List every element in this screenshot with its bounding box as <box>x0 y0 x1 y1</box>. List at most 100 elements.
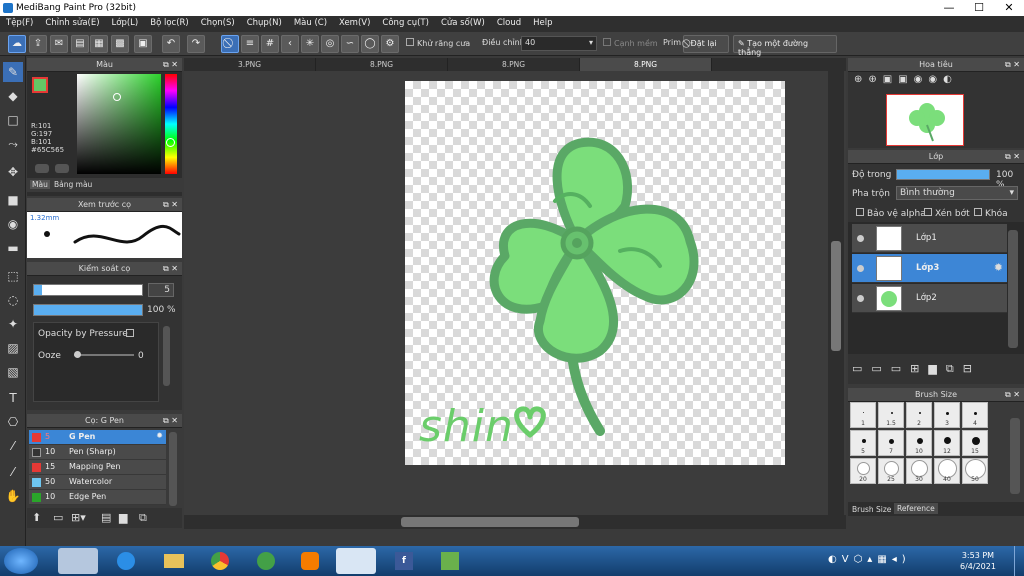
layer-item[interactable]: Lớp1 <box>852 224 1007 253</box>
vertical-scrollbar[interactable] <box>828 71 844 515</box>
brush-size-cell[interactable]: 25 <box>878 458 904 484</box>
chrome-icon[interactable] <box>200 548 240 574</box>
hand-tool-icon[interactable]: ✋ <box>3 486 23 506</box>
gear-icon[interactable]: ✹ <box>156 431 163 440</box>
save-icon[interactable]: ▦ <box>90 35 108 53</box>
brush-size-cell[interactable]: 3 <box>934 402 960 428</box>
popout-close-icon[interactable]: ⧉ ✕ <box>1005 388 1020 402</box>
tab-doc-4[interactable]: 8.PNG <box>580 58 712 71</box>
brush-size-cell[interactable]: 12 <box>934 430 960 456</box>
tab-color[interactable]: Màu <box>30 180 50 189</box>
fill-rect-tool-icon[interactable]: ■ <box>3 190 23 210</box>
gradient-tool-icon[interactable]: ▬ <box>3 238 23 258</box>
brush-size-cell[interactable]: 40 <box>934 458 960 484</box>
select-pen-icon[interactable]: ▨ <box>3 338 23 358</box>
menu-layer[interactable]: Lớp(L) <box>106 16 145 30</box>
menu-snap[interactable]: Chụp(N) <box>241 16 288 30</box>
grid-doc-icon[interactable]: ▩ <box>111 35 129 53</box>
image-app-icon[interactable] <box>430 548 470 574</box>
correction-select[interactable]: 40 ▾ <box>521 36 597 51</box>
layer-opacity-slider[interactable] <box>896 169 990 180</box>
share-icon[interactable]: ⇪ <box>29 35 47 53</box>
eraser-tool-icon[interactable]: ◆ <box>3 86 23 106</box>
popout-close-icon[interactable]: ⧉ ✕ <box>163 262 178 276</box>
menu-edit[interactable]: Chỉnh sửa(E) <box>39 16 105 30</box>
eyedropper-tool-icon[interactable]: ⁄ <box>3 436 23 456</box>
circle-snap-icon[interactable]: ◎ <box>321 35 339 53</box>
reset-button[interactable]: ⃠ Đặt lại <box>683 35 729 53</box>
redo-icon[interactable]: ↷ <box>187 35 205 53</box>
brush-size-cell[interactable]: 7 <box>878 430 904 456</box>
brush-size-cell[interactable]: 15 <box>962 430 988 456</box>
magic-wand-icon[interactable]: ✦ <box>3 314 23 334</box>
hue-handle[interactable] <box>166 138 175 147</box>
lock-toggle[interactable]: Khóa <box>974 208 1008 219</box>
divide-tool-icon[interactable]: ⎔ <box>3 412 23 432</box>
antialias-toggle[interactable]: Khử răng cưa <box>406 38 470 48</box>
cloud-icon[interactable]: ☁ <box>8 35 26 53</box>
layer-item[interactable]: Lớp2 <box>852 284 1007 313</box>
text-tool-icon[interactable]: T <box>3 388 23 408</box>
navigator-thumbnail[interactable] <box>886 94 964 146</box>
menu-help[interactable]: Help <box>527 16 558 30</box>
menu-color[interactable]: Màu (C) <box>288 16 333 30</box>
layer-list-scrollbar[interactable] <box>1008 230 1018 348</box>
clipping-checkbox[interactable] <box>924 208 932 216</box>
add-brush-icon[interactable]: ⊞▾ <box>71 511 86 524</box>
maximize-button[interactable]: ☐ <box>964 0 994 16</box>
rect-tool-icon[interactable]: □ <box>3 110 23 130</box>
horizontal-scroll-thumb[interactable] <box>401 517 579 527</box>
brush-size-cell[interactable]: 1.5 <box>878 402 904 428</box>
menu-window[interactable]: Cửa số(W) <box>435 16 491 30</box>
popout-close-icon[interactable]: ⧉ ✕ <box>163 198 178 212</box>
size-value[interactable]: 5 <box>148 283 174 297</box>
tab-doc-2[interactable]: 8.PNG <box>316 58 448 71</box>
brush-size-cell[interactable]: 1 <box>850 402 876 428</box>
brush-settings-icon[interactable]: ▤ <box>101 511 111 524</box>
tab-doc-1[interactable]: 3.PNG <box>184 58 316 71</box>
dropper2-tool-icon[interactable]: ⁄ <box>3 462 23 482</box>
parallel-snap-icon[interactable]: ≡ <box>241 35 259 53</box>
snap-off-icon[interactable]: ⃠ <box>221 35 239 53</box>
opacity-pressure-checkbox[interactable] <box>126 329 134 337</box>
brush-size-cell[interactable]: 20 <box>850 458 876 484</box>
popout-close-icon[interactable]: ⧉ ✕ <box>163 58 178 72</box>
brush-item[interactable]: 15 Mapping Pen <box>29 460 166 475</box>
clipping-toggle[interactable]: Xén bớt <box>924 208 970 219</box>
menu-view[interactable]: Xem(V) <box>333 16 376 30</box>
protect-alpha-checkbox[interactable] <box>856 208 864 216</box>
ie-icon[interactable] <box>106 548 146 574</box>
undo-icon[interactable]: ↶ <box>162 35 180 53</box>
blend-select[interactable]: Bình thường ▾ <box>896 186 1018 200</box>
tab-palette[interactable]: Bảng màu <box>54 180 92 189</box>
soft-edge-checkbox[interactable] <box>603 38 611 46</box>
system-tray-icons[interactable]: ◐V⬡▴▦◂) <box>828 554 911 565</box>
popout-close-icon[interactable]: ⧉ ✕ <box>1005 150 1020 164</box>
brush-size-cell[interactable]: 4 <box>962 402 988 428</box>
popout-close-icon[interactable]: ⧉ ✕ <box>1005 58 1020 72</box>
brush-size-cell[interactable]: 5 <box>850 430 876 456</box>
lock-checkbox[interactable] <box>974 208 982 216</box>
saturation-value-picker[interactable] <box>77 74 161 174</box>
tab-doc-3[interactable]: 8.PNG <box>448 58 580 71</box>
drawing-canvas[interactable]: shin <box>405 81 785 465</box>
bucket-tool-icon[interactable]: ◉ <box>3 214 23 234</box>
brush-list-scrollbar[interactable] <box>169 432 177 506</box>
layers-doc-icon[interactable]: ▣ <box>134 35 152 53</box>
taskbar-app-icon[interactable] <box>58 548 98 574</box>
media-player-icon[interactable] <box>290 548 330 574</box>
medibang-taskbar-icon[interactable] <box>336 548 376 574</box>
menu-file[interactable]: Tệp(F) <box>0 16 39 30</box>
antialias-checkbox[interactable] <box>406 38 414 46</box>
start-button[interactable] <box>4 548 38 574</box>
picker-handle[interactable] <box>113 93 121 101</box>
snap-settings-icon[interactable]: ⚙ <box>381 35 399 53</box>
brush-size-cell[interactable]: 50 <box>962 458 988 484</box>
lasso-tool-icon[interactable]: ◌ <box>3 290 23 310</box>
radial-snap-icon[interactable]: ✳ <box>301 35 319 53</box>
select-rect-icon[interactable]: ⬚ <box>3 266 23 286</box>
brush-item[interactable]: 10 Pen (Sharp) <box>29 445 166 460</box>
popout-close-icon[interactable]: ⧉ ✕ <box>163 414 178 428</box>
pen-tool-icon[interactable]: ⤳ <box>3 134 23 154</box>
brush-item[interactable]: 50 Watercolor <box>29 475 166 490</box>
